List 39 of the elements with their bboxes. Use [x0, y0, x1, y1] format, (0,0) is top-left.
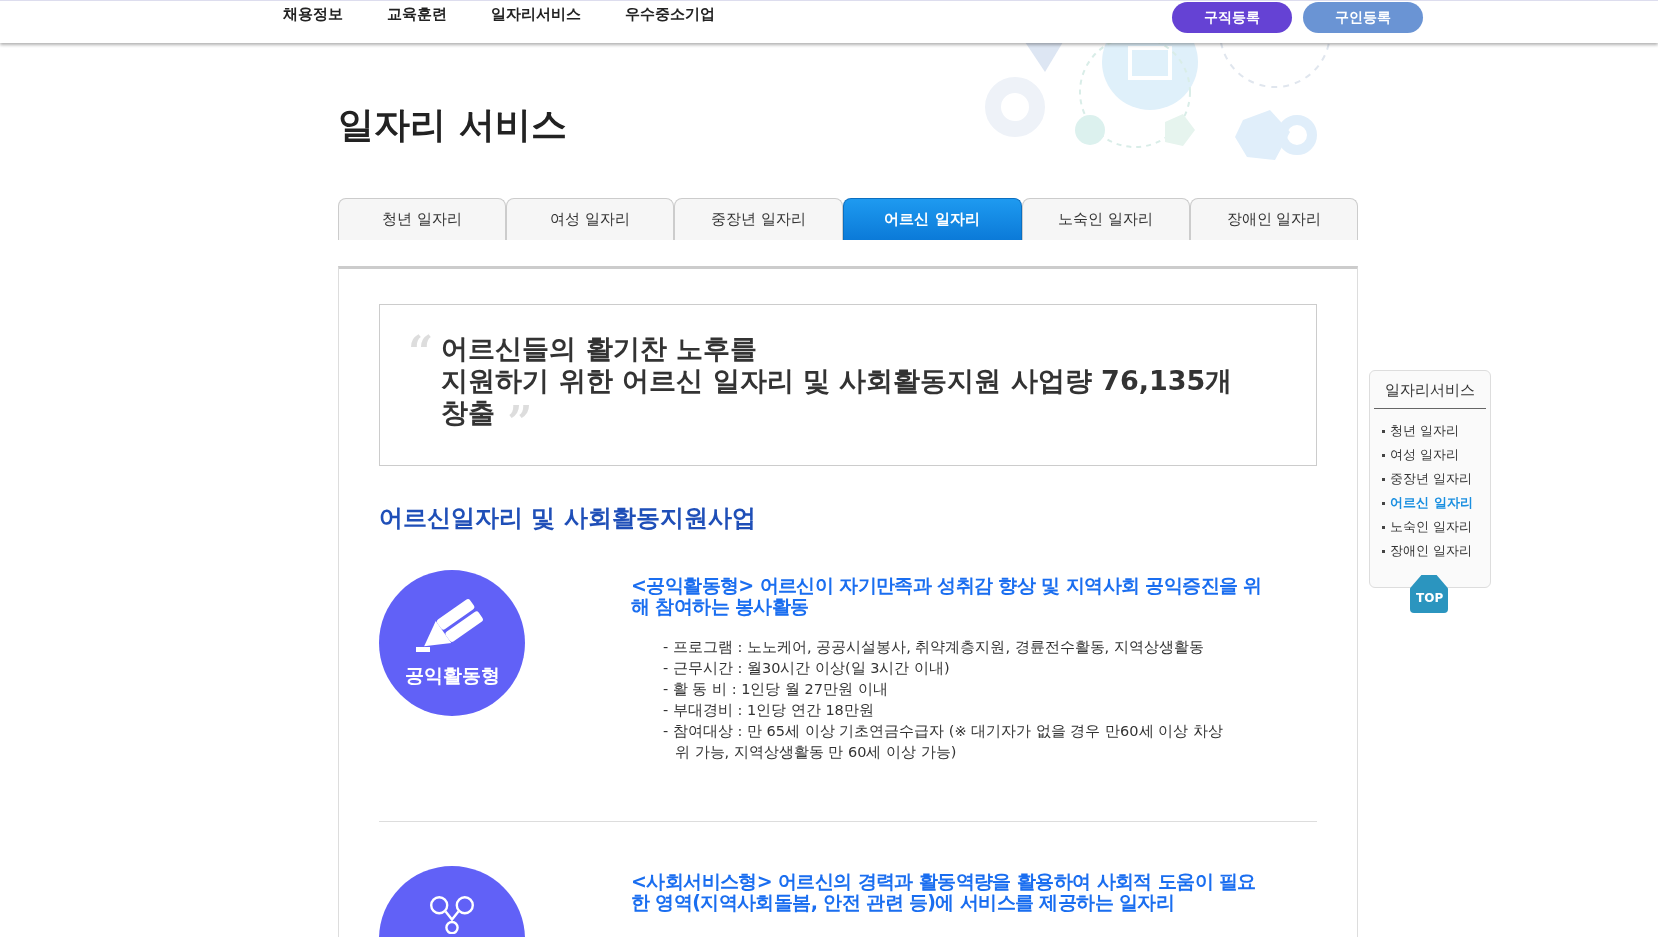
quick-menu-link[interactable]: 장애인 일자리 [1390, 542, 1473, 560]
bullet-icon [1382, 477, 1385, 481]
quote-text: 지원하기 위한 어르신 일자리 및 사회활동지원 사업량 76,135개 [441, 365, 1233, 396]
category-tab[interactable]: 장애인 일자리 [1189, 198, 1358, 240]
open-quote-mark: “ [408, 333, 434, 380]
nav-link[interactable]: 교육훈련 [387, 5, 447, 24]
quick-menu-link[interactable]: 청년 일자리 [1390, 422, 1460, 440]
bullet-icon [1382, 525, 1385, 529]
people-network-icon [427, 894, 477, 934]
program-detail: - 근무시간 : 월30시간 이상(일 3시간 이내) [663, 659, 951, 678]
program-description: <공익활동형> 어르신이 자기만족과 성취감 향상 및 지역사회 공익증진을 위해 참여하는 봉사활동 [631, 575, 1263, 617]
section-heading: 어르신일자리 및 사회활동지원사업 [379, 503, 757, 534]
bullet-icon [1382, 549, 1385, 553]
bullet-icon [1382, 429, 1385, 433]
category-tab[interactable]: 어르신 일자리 [842, 198, 1022, 240]
quote-text: 창출 [441, 397, 496, 428]
quick-menu-title: 일자리서비스 [1374, 381, 1486, 409]
quick-menu-link[interactable]: 중장년 일자리 [1390, 470, 1473, 488]
nav-link[interactable]: 채용정보 [283, 5, 343, 24]
category-tab[interactable]: 여성 일자리 [506, 198, 675, 240]
bullet-icon [1382, 453, 1385, 457]
program-detail: - 프로그램 : 노노케어, 공공시설봉사, 취약계층지원, 경륜전수활동, 지역상생활동 [663, 638, 1205, 657]
page-title: 일자리 서비스 [338, 103, 568, 147]
program-detail: - 부대경비 : 1인당 연간 18만원 [663, 701, 875, 720]
quick-menu-link[interactable]: 여성 일자리 [1390, 446, 1460, 464]
bullet-icon [1382, 501, 1385, 505]
register-button[interactable]: 구직등록 [1172, 2, 1292, 33]
category-tab[interactable]: 청년 일자리 [338, 198, 507, 240]
category-tab[interactable]: 중장년 일자리 [674, 198, 843, 240]
badge-label: 공익활동형 [404, 663, 500, 688]
close-quote-mark: ” [507, 397, 533, 448]
quick-menu-link[interactable]: 노숙인 일자리 [1390, 518, 1473, 536]
program-description: <사회서비스형> 어르신의 경력과 활동역량을 활용하여 사회적 도움이 필요한 영역(지역사회돌봄, 안전 관련 등)에 서비스를 제공하는 일자리 [631, 871, 1257, 913]
program-detail: - 활 동 비 : 1인당 월 27만원 이내 [663, 680, 889, 699]
nav-link[interactable]: 우수중소기업 [625, 5, 715, 24]
program-detail: - 참여대상 : 만 65세 이상 기초연금수급자 (※ 대기자가 없을 경우 만60세 이상 차상위 가능, 지역상생활동 만 60세 이상 가능) [663, 722, 1224, 762]
category-tab[interactable]: 노숙인 일자리 [1021, 198, 1190, 240]
nav-link[interactable]: 일자리서비스 [491, 5, 581, 24]
quote-text: 어르신들의 활기찬 노후를 [441, 333, 758, 364]
